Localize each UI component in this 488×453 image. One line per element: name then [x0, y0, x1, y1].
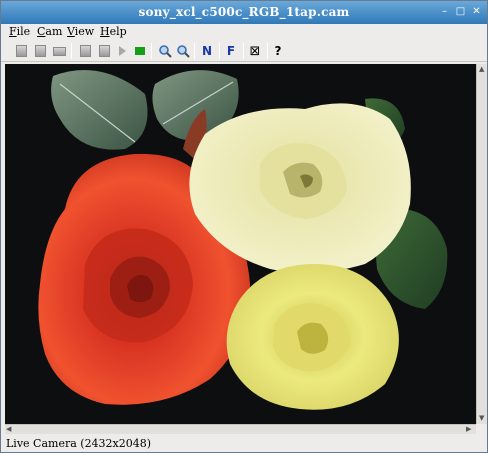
camera-image-view[interactable] — [5, 64, 476, 424]
menu-file[interactable]: File — [9, 25, 30, 38]
menu-bar: File Cam View Help — [1, 24, 487, 40]
play-icon — [119, 46, 126, 56]
flower-image — [5, 64, 476, 424]
toolbar-separator — [151, 43, 152, 59]
toolbar-separator — [243, 43, 244, 59]
menu-view[interactable]: View — [67, 25, 94, 38]
toolbar-separator — [267, 43, 268, 59]
menu-view-label: iew — [74, 25, 95, 38]
status-text: Live Camera (2432x2048) — [6, 437, 152, 450]
print-button[interactable] — [50, 42, 68, 60]
camera-viewer-window: sony_xcl_c500c_RGB_1tap.cam – □ ✕ File C… — [0, 0, 488, 453]
scroll-down-icon[interactable]: ▼ — [479, 414, 484, 422]
edit-button[interactable] — [95, 42, 113, 60]
close-button[interactable]: ✕ — [470, 6, 483, 19]
horizontal-scrollbar[interactable]: ◀ ▶ — [5, 424, 476, 434]
green-square-icon — [135, 47, 145, 55]
open-button[interactable] — [12, 42, 30, 60]
toolbar-separator — [219, 43, 220, 59]
open-camera-button[interactable] — [76, 42, 94, 60]
title-bar[interactable]: sony_xcl_c500c_RGB_1tap.cam – □ ✕ — [1, 1, 487, 24]
menu-view-mnemonic: V — [67, 25, 75, 38]
open-camera-icon — [79, 45, 91, 57]
toolbar: N F ⊠ ? — [1, 40, 487, 62]
menu-cam[interactable]: Cam — [37, 25, 62, 38]
stop-button[interactable]: ⊠ — [246, 42, 264, 60]
window-title: sony_xcl_c500c_RGB_1tap.cam — [138, 5, 350, 19]
snapshot-button[interactable] — [131, 42, 149, 60]
normal-size-button[interactable]: N — [198, 42, 216, 60]
minimize-button[interactable]: – — [438, 6, 451, 19]
zoom-out-button[interactable] — [174, 42, 192, 60]
maximize-button[interactable]: □ — [454, 6, 467, 19]
save-icon — [34, 45, 46, 57]
status-bar: Live Camera (2432x2048) — [1, 436, 487, 452]
menu-file-label: ile — [16, 25, 31, 38]
help-button[interactable]: ? — [269, 42, 287, 60]
toolbar-separator — [71, 43, 72, 59]
scroll-left-icon[interactable]: ◀ — [6, 425, 11, 433]
vertical-scrollbar[interactable]: ▲ ▼ — [476, 64, 487, 424]
menu-help[interactable]: Help — [100, 25, 127, 38]
menu-help-mnemonic: H — [100, 25, 110, 38]
menu-cam-label: am — [45, 25, 63, 38]
open-icon — [15, 45, 27, 57]
play-button[interactable] — [113, 42, 131, 60]
zoom-in-icon — [159, 45, 172, 58]
fit-window-button[interactable]: F — [222, 42, 240, 60]
menu-help-label: elp — [109, 25, 127, 38]
scroll-up-icon[interactable]: ▲ — [479, 65, 484, 73]
save-button[interactable] — [31, 42, 49, 60]
zoom-in-button[interactable] — [156, 42, 174, 60]
toolbar-separator — [194, 43, 195, 59]
menu-file-mnemonic: F — [9, 25, 17, 38]
scroll-right-icon[interactable]: ▶ — [466, 425, 471, 433]
print-icon — [52, 46, 66, 56]
edit-icon — [98, 45, 110, 57]
zoom-out-icon — [177, 45, 190, 58]
